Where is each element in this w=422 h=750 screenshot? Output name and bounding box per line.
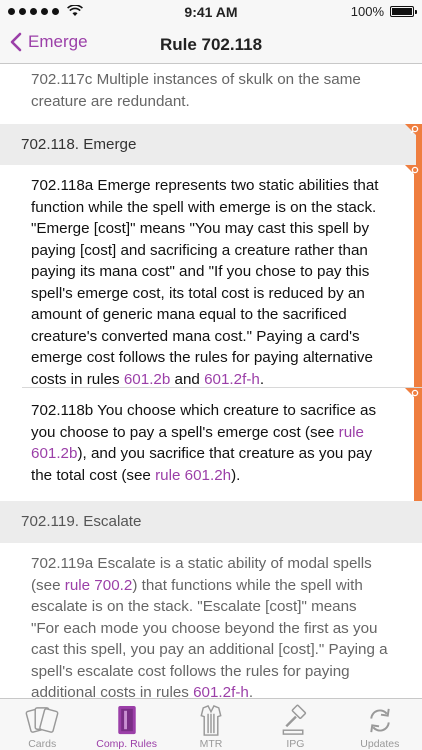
rule-text: 702.119a Escalate is a static ability of… bbox=[0, 553, 422, 698]
tab-mtr[interactable]: MTR bbox=[169, 699, 253, 750]
search-icon bbox=[405, 165, 421, 181]
rule-link-601-2b[interactable]: 601.2b bbox=[31, 445, 77, 462]
rule-line: "Emerge [cost]" means "You may cast this… bbox=[31, 220, 370, 237]
gavel-icon bbox=[283, 704, 307, 735]
battery-icon bbox=[390, 6, 417, 17]
rule-fragment: ) that functions while the spell with bbox=[132, 576, 363, 594]
cards-icon bbox=[25, 707, 59, 733]
section-header-702-119[interactable]: 702.119. Escalate bbox=[0, 501, 422, 543]
rule-fragment: (see bbox=[31, 576, 65, 594]
rule-line: "For each mode you choose beyond the fir… bbox=[31, 619, 378, 637]
section-title: 702.118. Emerge bbox=[21, 136, 137, 153]
rule-fragment: and bbox=[170, 370, 205, 388]
status-bar: 9:41 AM 100% bbox=[0, 0, 422, 24]
highlight-tag bbox=[414, 388, 422, 501]
section-header-702-118[interactable]: 702.118. Emerge bbox=[0, 124, 422, 165]
rule-line: amount of generic mana equal to the sacr… bbox=[31, 306, 347, 323]
search-icon bbox=[405, 124, 421, 140]
rule-702-117c[interactable]: 702.117c Multiple instances of skulk on … bbox=[0, 64, 422, 124]
rule-line: costs in rules 601.2b and 601.2f-h. bbox=[31, 369, 402, 391]
tab-label: IPG bbox=[286, 738, 305, 750]
rule-702-119a[interactable]: 702.119a Escalate is a static ability of… bbox=[0, 543, 422, 698]
rule-text: 702.117c Multiple instances of skulk on … bbox=[0, 69, 422, 112]
rule-link-601-2f-h[interactable]: 601.2f-h bbox=[193, 684, 249, 698]
rule-fragment: . bbox=[259, 370, 265, 388]
tab-label: Comp. Rules bbox=[96, 738, 157, 750]
rule-line: paying its mana cost" and "If you chose … bbox=[31, 263, 370, 280]
rule-line: emerge cost follows the rules for paying… bbox=[31, 349, 373, 366]
rule-line: the total cost (see rule 601.2h). bbox=[31, 465, 402, 487]
rulebook-icon bbox=[117, 705, 136, 735]
navigation-bar: Emerge Rule 702.118 bbox=[0, 24, 422, 64]
rule-fragment: you choose to pay a spell's emerge cost … bbox=[31, 423, 339, 441]
tab-label: Updates bbox=[360, 738, 400, 750]
rule-line: (see rule 700.2) that functions while th… bbox=[31, 575, 402, 597]
rule-line: escalate is on the stack. "Escalate [cos… bbox=[31, 598, 357, 615]
tournament-rules-icon bbox=[200, 705, 222, 736]
rule-line: spell's escalate cost follows the rules … bbox=[31, 662, 350, 680]
rules-content[interactable]: 702.117c Multiple instances of skulk on … bbox=[0, 64, 422, 698]
rule-702-118b[interactable]: 702.118b You choose which creature to sa… bbox=[0, 388, 422, 501]
tab-ipg[interactable]: IPG bbox=[253, 699, 337, 750]
rule-line: you choose to pay a spell's emerge cost … bbox=[31, 422, 402, 444]
rule-link-700-2[interactable]: rule 700.2 bbox=[65, 577, 133, 594]
rule-line: paying [cost] and sacrificing a creature… bbox=[31, 241, 368, 259]
rule-fragment: . bbox=[248, 684, 254, 698]
refresh-icon bbox=[370, 708, 390, 733]
rule-line: creature are redundant. bbox=[31, 92, 190, 110]
page-title: Rule 702.118 bbox=[159, 35, 263, 54]
battery-percent: 100% bbox=[350, 4, 384, 19]
rule-line: 702.118b You choose which creature to sa… bbox=[31, 402, 377, 419]
tab-bar: Cards Comp. Rules MTR IPG Updates bbox=[0, 698, 422, 750]
rule-line: 702.118a Emerge represents two static ab… bbox=[31, 177, 379, 194]
rule-fragment: costs in rules bbox=[31, 370, 124, 388]
rule-text: 702.118b You choose which creature to sa… bbox=[0, 400, 422, 486]
rule-fragment: ), and you sacrifice that creature as yo… bbox=[77, 445, 373, 462]
rule-line: additional costs in rules 601.2f-h. bbox=[31, 682, 402, 698]
rule-702-118a[interactable]: 702.118a Emerge represents two static ab… bbox=[0, 165, 422, 390]
tab-updates[interactable]: Updates bbox=[338, 699, 422, 750]
rule-line: creature's converted mana cost." Paying … bbox=[31, 327, 360, 345]
rule-text: 702.118a Emerge represents two static ab… bbox=[0, 175, 422, 390]
rule-line: 702.117c Multiple instances of skulk on … bbox=[31, 71, 361, 88]
tab-label: MTR bbox=[199, 738, 223, 750]
section-title: 702.119. Escalate bbox=[21, 513, 142, 530]
rule-line: 601.2b), and you sacrifice that creature… bbox=[31, 443, 402, 465]
rule-line: function while the spell with emerge is … bbox=[31, 198, 377, 216]
rule-fragment: additional costs in rules bbox=[31, 684, 194, 698]
rule-link-rule[interactable]: rule bbox=[339, 424, 364, 441]
tab-comp-rules[interactable]: Comp. Rules bbox=[84, 699, 168, 750]
rule-line: spell's emerge cost, its total cost is r… bbox=[31, 284, 365, 302]
rule-link-601-2f-h[interactable]: 601.2f-h bbox=[204, 371, 260, 388]
rule-line: cast this spell, you pay an additional [… bbox=[31, 641, 388, 658]
tab-label: Cards bbox=[28, 738, 57, 750]
search-icon bbox=[405, 388, 421, 404]
highlight-tag bbox=[414, 165, 422, 387]
tab-cards[interactable]: Cards bbox=[0, 699, 84, 750]
rule-fragment: ). bbox=[231, 466, 241, 484]
rule-line: 702.119a Escalate is a static ability of… bbox=[31, 555, 372, 572]
rule-link-601-2b[interactable]: 601.2b bbox=[124, 371, 170, 388]
rule-fragment: the total cost (see bbox=[31, 466, 156, 484]
rule-link-601-2h[interactable]: rule 601.2h bbox=[155, 467, 231, 484]
